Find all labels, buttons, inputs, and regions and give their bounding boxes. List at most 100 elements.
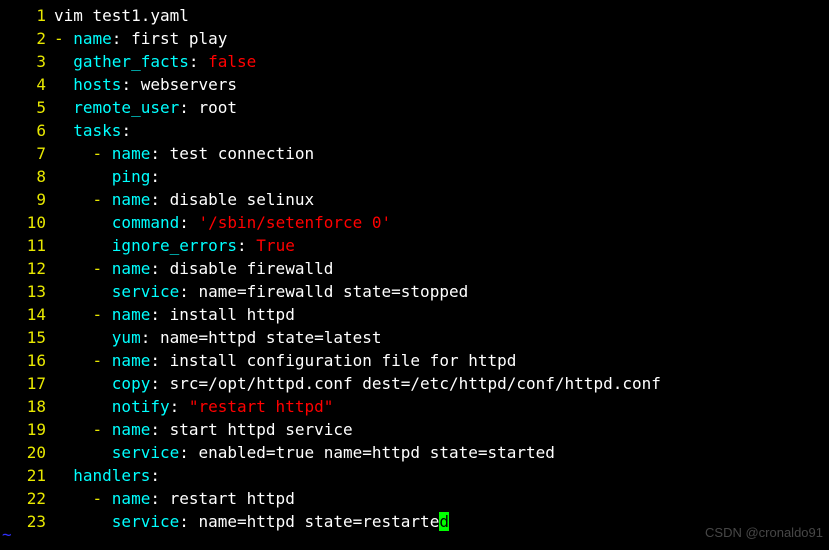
token: name [112, 489, 151, 508]
token: hosts [73, 75, 121, 94]
code-content[interactable]: service: name=httpd state=restarted [54, 510, 827, 533]
token: : [121, 121, 131, 140]
token: : [179, 98, 198, 117]
token: name [73, 29, 112, 48]
code-line[interactable]: 22 - name: restart httpd [2, 487, 827, 510]
code-content[interactable]: service: name=firewalld state=stopped [54, 280, 827, 303]
code-content[interactable]: vim test1.yaml [54, 4, 827, 27]
token: ignore_errors [112, 236, 237, 255]
token [54, 420, 93, 439]
line-number: 12 [2, 257, 54, 280]
code-line[interactable]: 8 ping: [2, 165, 827, 188]
code-line[interactable]: 3 gather_facts: false [2, 50, 827, 73]
token: notify [112, 397, 170, 416]
cursor: d [439, 512, 449, 531]
code-line[interactable]: 10 command: '/sbin/setenforce 0' [2, 211, 827, 234]
code-content[interactable]: service: enabled=true name=httpd state=s… [54, 441, 827, 464]
token: : [141, 328, 160, 347]
code-line[interactable]: 19 - name: start httpd service [2, 418, 827, 441]
token: disable selinux [170, 190, 315, 209]
code-line[interactable]: 5 remote_user: root [2, 96, 827, 119]
token: service [112, 282, 179, 301]
token: copy [112, 374, 151, 393]
code-line[interactable]: 1vim test1.yaml [2, 4, 827, 27]
code-content[interactable]: - name: disable firewalld [54, 257, 827, 280]
vim-editor[interactable]: 1vim test1.yaml2- name: first play3 gath… [0, 0, 829, 537]
code-content[interactable]: - name: start httpd service [54, 418, 827, 441]
token: : [112, 29, 131, 48]
token: : [150, 144, 169, 163]
token: root [199, 98, 238, 117]
token: - [93, 305, 112, 324]
code-content[interactable]: command: '/sbin/setenforce 0' [54, 211, 827, 234]
code-line[interactable]: 11 ignore_errors: True [2, 234, 827, 257]
code-line[interactable]: 17 copy: src=/opt/httpd.conf dest=/etc/h… [2, 372, 827, 395]
token: name=httpd state=restarte [199, 512, 440, 531]
line-number: 22 [2, 487, 54, 510]
line-number: 3 [2, 50, 54, 73]
code-line[interactable]: 2- name: first play [2, 27, 827, 50]
code-line[interactable]: 13 service: name=firewalld state=stopped [2, 280, 827, 303]
code-content[interactable]: yum: name=httpd state=latest [54, 326, 827, 349]
code-content[interactable]: notify: "restart httpd" [54, 395, 827, 418]
code-content[interactable]: handlers: [54, 464, 827, 487]
token [54, 443, 112, 462]
code-line[interactable]: 21 handlers: [2, 464, 827, 487]
code-line[interactable]: 12 - name: disable firewalld [2, 257, 827, 280]
token [54, 512, 112, 531]
line-number: 10 [2, 211, 54, 234]
code-content[interactable]: - name: restart httpd [54, 487, 827, 510]
token: remote_user [73, 98, 179, 117]
token [54, 98, 73, 117]
token: - [93, 489, 112, 508]
code-content[interactable]: - name: disable selinux [54, 188, 827, 211]
token: ping [112, 167, 151, 186]
code-line[interactable]: 23 service: name=httpd state=restarted [2, 510, 827, 533]
code-content[interactable]: remote_user: root [54, 96, 827, 119]
token: service [112, 512, 179, 531]
line-number: 13 [2, 280, 54, 303]
code-content[interactable]: - name: install httpd [54, 303, 827, 326]
token: - [54, 29, 73, 48]
code-content[interactable]: tasks: [54, 119, 827, 142]
code-line[interactable]: 15 yum: name=httpd state=latest [2, 326, 827, 349]
token: first play [131, 29, 227, 48]
line-number: 21 [2, 464, 54, 487]
token: : [150, 167, 160, 186]
token: : [150, 466, 160, 485]
token: gather_facts [73, 52, 189, 71]
token: - [93, 351, 112, 370]
code-content[interactable]: hosts: webservers [54, 73, 827, 96]
code-content[interactable]: ignore_errors: True [54, 234, 827, 257]
code-line[interactable]: 9 - name: disable selinux [2, 188, 827, 211]
token [54, 351, 93, 370]
token: '/sbin/setenforce 0' [199, 213, 392, 232]
code-line[interactable]: 6 tasks: [2, 119, 827, 142]
token: : [179, 512, 198, 531]
code-content[interactable]: - name: install configuration file for h… [54, 349, 827, 372]
token: : [121, 75, 140, 94]
token: - [93, 259, 112, 278]
token: tasks [73, 121, 121, 140]
token [54, 374, 112, 393]
token: : [237, 236, 256, 255]
code-content[interactable]: - name: test connection [54, 142, 827, 165]
code-line[interactable]: 18 notify: "restart httpd" [2, 395, 827, 418]
code-content[interactable]: - name: first play [54, 27, 827, 50]
code-line[interactable]: 4 hosts: webservers [2, 73, 827, 96]
code-line[interactable]: 14 - name: install httpd [2, 303, 827, 326]
token: name [112, 190, 151, 209]
code-line[interactable]: 20 service: enabled=true name=httpd stat… [2, 441, 827, 464]
code-content[interactable]: gather_facts: false [54, 50, 827, 73]
token: : [150, 351, 169, 370]
line-number: 11 [2, 234, 54, 257]
code-line[interactable]: 16 - name: install configuration file fo… [2, 349, 827, 372]
line-number: 1 [2, 4, 54, 27]
code-content[interactable]: ping: [54, 165, 827, 188]
line-number: 7 [2, 142, 54, 165]
token: name=httpd state=latest [160, 328, 382, 347]
code-line[interactable]: 7 - name: test connection [2, 142, 827, 165]
code-content[interactable]: copy: src=/opt/httpd.conf dest=/etc/http… [54, 372, 827, 395]
token [54, 75, 73, 94]
line-number: 4 [2, 73, 54, 96]
